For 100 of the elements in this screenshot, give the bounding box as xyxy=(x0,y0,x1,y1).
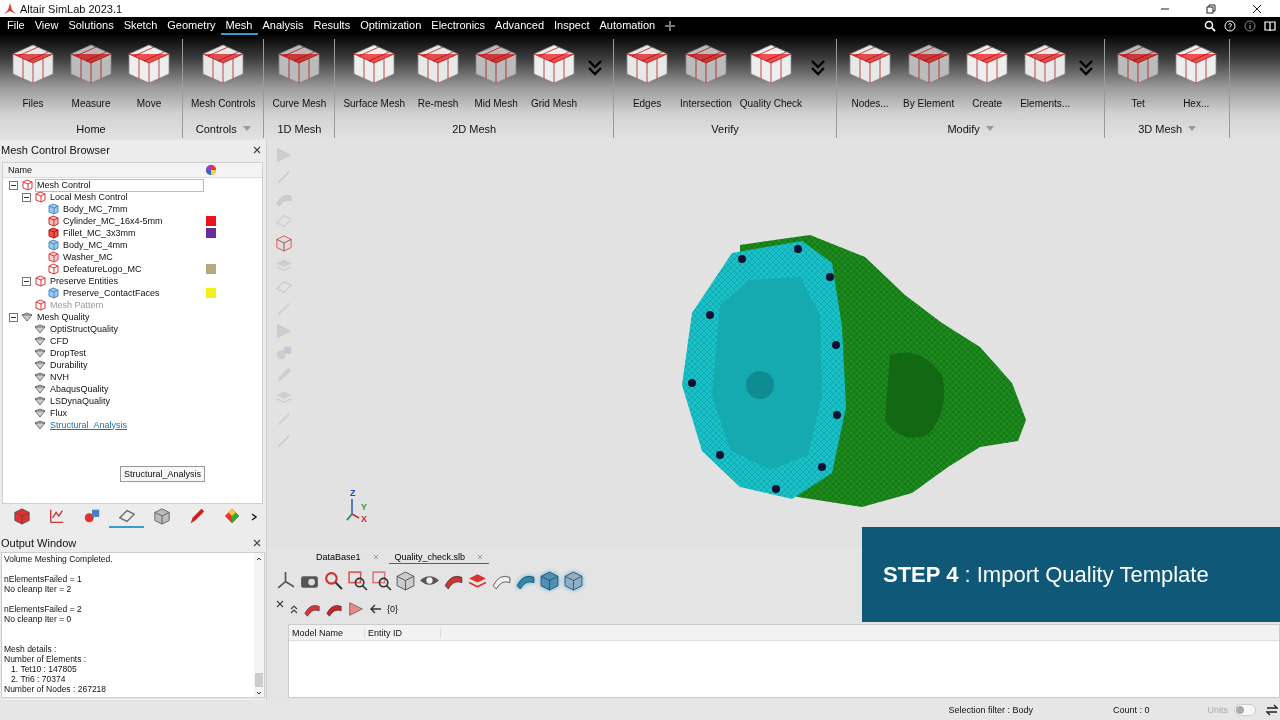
axes-icon[interactable] xyxy=(275,569,296,591)
add-tab-icon[interactable] xyxy=(664,20,677,32)
tree-item[interactable]: Local Mesh Control xyxy=(48,190,204,204)
document-tab[interactable]: Quality_check.slb xyxy=(388,550,490,564)
tree-item[interactable]: CFD xyxy=(48,334,204,348)
expand-toggle[interactable] xyxy=(22,276,31,286)
menu-item[interactable]: Automation xyxy=(594,17,661,35)
expand-toggle[interactable] xyxy=(22,192,31,202)
diamond-icon xyxy=(34,323,46,335)
tree-item[interactable]: DefeatureLogo_MC xyxy=(61,262,204,276)
cube-icon[interactable] xyxy=(275,234,293,252)
ribbon-tool-button[interactable]: Create xyxy=(958,39,1017,109)
log-line: Number of Elements : xyxy=(4,654,88,664)
tree-item[interactable]: AbaqusQuality xyxy=(48,382,204,396)
units-toggle[interactable] xyxy=(1234,704,1256,716)
tree-item[interactable]: Body_MC_7mm xyxy=(61,202,204,216)
menu-item[interactable]: File xyxy=(2,17,30,35)
menu-item[interactable]: Analysis xyxy=(257,17,309,35)
column-header[interactable]: Model Name xyxy=(289,627,365,638)
group-label: 1D Mesh xyxy=(277,122,322,135)
close-icon[interactable] xyxy=(252,538,262,548)
close-icon[interactable] xyxy=(275,599,285,609)
log-line: No cleanp Iter = 0 xyxy=(4,614,73,624)
tree-item[interactable]: Body_MC_4mm xyxy=(61,238,204,252)
info-icon[interactable] xyxy=(1244,20,1256,32)
more-chevron-icon[interactable] xyxy=(587,59,604,76)
restore-icon xyxy=(1205,2,1217,15)
tree-item[interactable]: Mesh Quality xyxy=(35,310,204,324)
cube-icon[interactable] xyxy=(563,569,584,591)
tree-item[interactable]: Mesh Control xyxy=(35,178,204,192)
back-arrow-icon[interactable] xyxy=(369,603,383,615)
ribbon-tool-button[interactable]: Grid Mesh xyxy=(525,39,584,109)
tree-item[interactable]: NVH xyxy=(48,370,204,384)
help-icon[interactable] xyxy=(1224,20,1236,32)
menu-item[interactable]: View xyxy=(29,17,64,35)
ribbon-tool-button[interactable]: Curve Mesh xyxy=(268,39,331,109)
cube-icon[interactable] xyxy=(395,569,416,591)
book-icon[interactable] xyxy=(1264,20,1276,32)
menu-item[interactable]: Advanced xyxy=(490,17,550,35)
menu-item[interactable]: Inspect xyxy=(549,17,595,35)
column-header[interactable]: Name xyxy=(8,165,32,175)
group-label: Verify xyxy=(711,122,739,135)
swap-icon[interactable] xyxy=(1266,704,1278,716)
ribbon-tool-button[interactable]: Edges xyxy=(618,39,677,109)
ribbon-tool-button[interactable]: Mid Mesh xyxy=(467,39,526,109)
cube-icon xyxy=(34,191,46,203)
expand-toggle[interactable] xyxy=(9,180,18,190)
tree-item[interactable]: Flux xyxy=(48,406,204,420)
collapse-icon[interactable] xyxy=(289,604,299,614)
more-chevron-icon[interactable] xyxy=(1078,59,1095,76)
ribbon-tool-button[interactable]: Re-mesh xyxy=(409,39,468,109)
tree-item[interactable]: Preserve_ContactFaces xyxy=(61,286,204,300)
tree-item[interactable]: Cylinder_MC_16x4-5mm xyxy=(61,214,204,228)
ribbon-tool-button[interactable]: Elements... xyxy=(1016,39,1075,109)
color-map-icon xyxy=(222,507,241,525)
ribbon-tool-button[interactable]: Measure xyxy=(62,39,120,109)
ribbon-tool-button[interactable]: Nodes... xyxy=(841,39,900,109)
diamond-icon xyxy=(34,359,46,371)
group-label: Modify xyxy=(947,122,980,135)
tree-item[interactable]: Preserve Entities xyxy=(48,274,204,288)
tree-item[interactable]: DropTest xyxy=(48,346,204,360)
close-icon[interactable] xyxy=(252,145,262,155)
box-zoom-icon[interactable] xyxy=(347,569,368,591)
scroll-up-icon[interactable] xyxy=(255,555,263,563)
tree-item[interactable]: Washer_MC xyxy=(61,250,204,264)
menu-item[interactable]: Optimization xyxy=(355,17,427,35)
color-wheel-icon xyxy=(206,165,216,175)
tree-item[interactable]: Fillet_MC_3x3mm xyxy=(61,226,204,240)
ribbon-tool-button[interactable]: Move xyxy=(120,39,178,109)
menu-item[interactable]: Electronics xyxy=(426,17,491,35)
box-zoom-icon[interactable] xyxy=(371,569,392,591)
expand-toggle[interactable] xyxy=(9,312,18,322)
log-line: nElementsFailed = 1 xyxy=(4,574,83,584)
search-icon[interactable] xyxy=(1204,20,1216,32)
column-header[interactable]: Entity ID xyxy=(365,627,441,638)
ribbon-tool-button[interactable]: Intersection xyxy=(676,39,736,109)
log-line: Mesh details : xyxy=(4,644,58,654)
tree-item[interactable]: LSDynaQuality xyxy=(48,394,204,408)
cube-icon[interactable] xyxy=(539,569,560,591)
more-chevron-icon[interactable] xyxy=(810,59,827,76)
menu-item[interactable]: Solutions xyxy=(63,17,119,35)
panel-title: Mesh Control Browser xyxy=(1,144,110,156)
tree-item[interactable]: Durability xyxy=(48,358,204,372)
ribbon-tool-button[interactable]: Quality Check xyxy=(735,39,807,109)
ribbon-tool-button[interactable]: Tet xyxy=(1109,39,1168,109)
ribbon-tool-button[interactable]: Hex... xyxy=(1167,39,1226,109)
ribbon-tool-button[interactable]: Files xyxy=(4,39,62,109)
ribbon-tool-button[interactable]: Mesh Controls xyxy=(187,39,260,109)
ribbon-tool-button[interactable]: By Element xyxy=(899,39,959,109)
scroll-right-icon[interactable] xyxy=(249,512,259,522)
menu-item[interactable]: Geometry xyxy=(162,17,221,35)
scrollbar-thumb[interactable] xyxy=(255,673,263,687)
zoom-icon[interactable] xyxy=(323,569,344,591)
ribbon-tool-button[interactable]: Surface Mesh xyxy=(339,39,410,109)
menu-item[interactable]: Results xyxy=(308,17,356,35)
tree-item[interactable]: Structural_Analysis xyxy=(48,418,204,432)
diamond-icon xyxy=(34,419,46,431)
tree-item[interactable]: OptiStructQuality xyxy=(48,322,204,336)
menu-item[interactable]: Sketch xyxy=(118,17,163,35)
scroll-down-icon[interactable] xyxy=(255,689,263,697)
